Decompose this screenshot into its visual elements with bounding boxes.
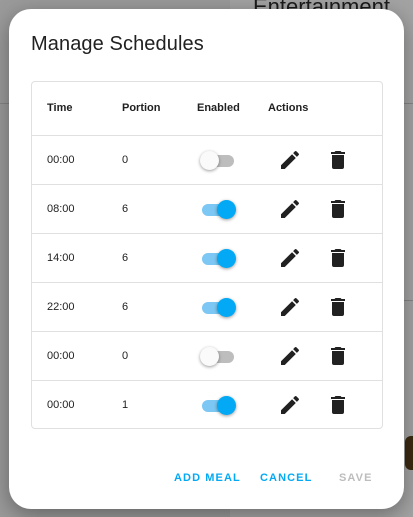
- row-portion: 1: [122, 399, 129, 411]
- toggle-thumb: [217, 249, 236, 268]
- toggle-thumb: [217, 298, 236, 317]
- delete-button[interactable]: [326, 295, 350, 319]
- edit-button[interactable]: [278, 197, 302, 221]
- trash-icon: [326, 197, 350, 221]
- table-row: 00:00 1: [32, 381, 382, 428]
- dialog-actions: ADD MEAL CANCEL SAVE: [9, 472, 404, 492]
- delete-button[interactable]: [326, 197, 350, 221]
- column-header-actions: Actions: [268, 102, 309, 114]
- trash-icon: [326, 148, 350, 172]
- save-button[interactable]: SAVE: [339, 472, 373, 484]
- row-time: 22:00: [47, 301, 75, 313]
- edit-button[interactable]: [278, 148, 302, 172]
- pencil-icon: [278, 344, 302, 368]
- add-meal-button[interactable]: ADD MEAL: [174, 472, 241, 484]
- row-time: 14:00: [47, 252, 75, 264]
- row-time: 00:00: [47, 399, 75, 411]
- row-portion: 6: [122, 252, 129, 264]
- dialog-title: Manage Schedules: [31, 33, 204, 55]
- trash-icon: [326, 246, 350, 270]
- enabled-toggle[interactable]: [200, 346, 236, 366]
- enabled-toggle[interactable]: [200, 248, 236, 268]
- pencil-icon: [278, 295, 302, 319]
- trash-icon: [326, 344, 350, 368]
- background-divider: [404, 300, 413, 301]
- toggle-thumb: [217, 200, 236, 219]
- column-header-enabled: Enabled: [197, 102, 240, 114]
- edit-button[interactable]: [278, 246, 302, 270]
- background-element: [405, 436, 413, 470]
- table-row: 22:00 6: [32, 283, 382, 332]
- toggle-thumb: [217, 396, 236, 415]
- background-divider: [0, 103, 9, 104]
- enabled-toggle[interactable]: [200, 395, 236, 415]
- table-row: 08:00 6: [32, 185, 382, 234]
- row-portion: 0: [122, 154, 129, 166]
- pencil-icon: [278, 393, 302, 417]
- table-row: 00:00 0: [32, 332, 382, 381]
- enabled-toggle[interactable]: [200, 150, 236, 170]
- row-time: 08:00: [47, 203, 75, 215]
- delete-button[interactable]: [326, 344, 350, 368]
- table-body: 00:00 0 08:00 6 14:00 6 22:00 6 00:00 0 00:00 1: [32, 136, 382, 428]
- table-row: 14:00 6: [32, 234, 382, 283]
- row-time: 00:00: [47, 154, 75, 166]
- toggle-thumb: [200, 151, 219, 170]
- delete-button[interactable]: [326, 246, 350, 270]
- manage-schedules-dialog: Manage Schedules Time Portion Enabled Ac…: [9, 9, 404, 509]
- row-portion: 6: [122, 203, 129, 215]
- row-portion: 6: [122, 301, 129, 313]
- table-row: 00:00 0: [32, 136, 382, 185]
- delete-button[interactable]: [326, 148, 350, 172]
- edit-button[interactable]: [278, 344, 302, 368]
- enabled-toggle[interactable]: [200, 199, 236, 219]
- cancel-button[interactable]: CANCEL: [260, 472, 312, 484]
- background-divider: [404, 103, 413, 104]
- toggle-thumb: [200, 347, 219, 366]
- schedule-table: Time Portion Enabled Actions 00:00 0 08:00…: [31, 81, 383, 429]
- enabled-toggle[interactable]: [200, 297, 236, 317]
- column-header-time: Time: [47, 102, 73, 114]
- trash-icon: [326, 295, 350, 319]
- edit-button[interactable]: [278, 393, 302, 417]
- pencil-icon: [278, 148, 302, 172]
- column-header-portion: Portion: [122, 102, 161, 114]
- pencil-icon: [278, 197, 302, 221]
- pencil-icon: [278, 246, 302, 270]
- row-portion: 0: [122, 350, 129, 362]
- delete-button[interactable]: [326, 393, 350, 417]
- trash-icon: [326, 393, 350, 417]
- row-time: 00:00: [47, 350, 75, 362]
- table-header: Time Portion Enabled Actions: [32, 82, 382, 136]
- edit-button[interactable]: [278, 295, 302, 319]
